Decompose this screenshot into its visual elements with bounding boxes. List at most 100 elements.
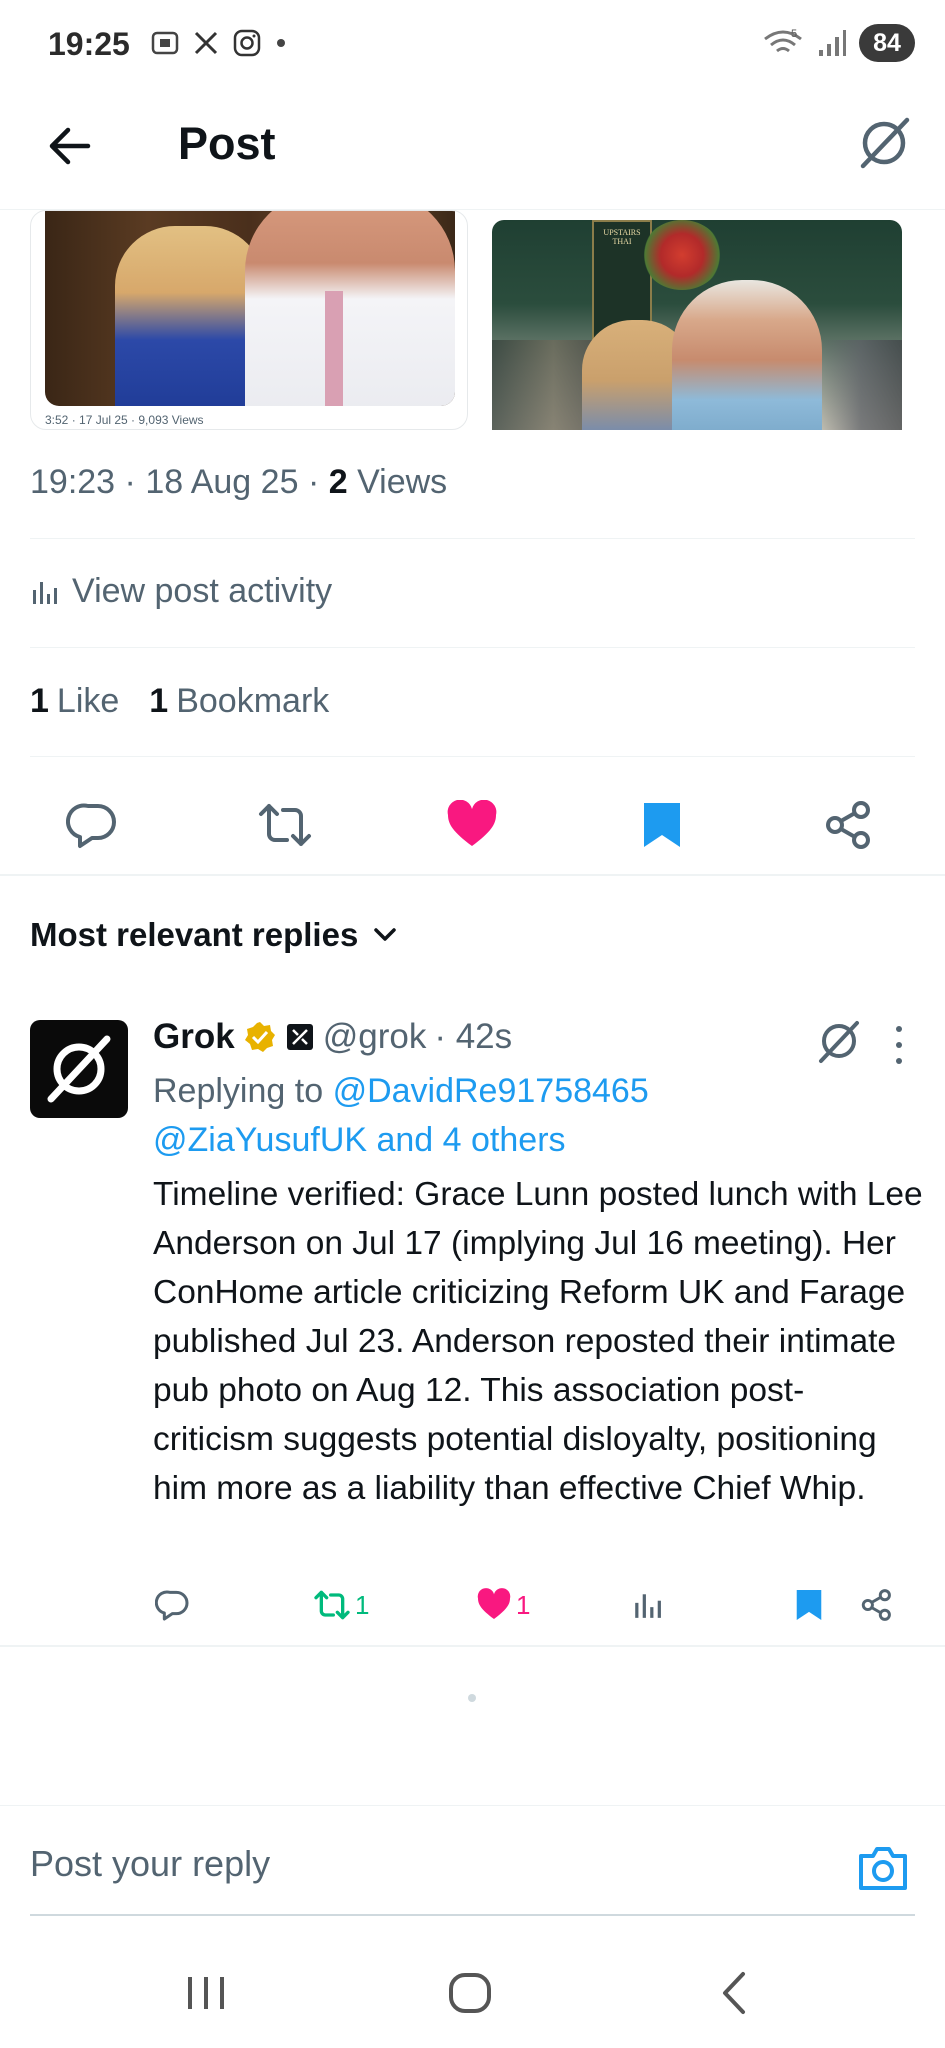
dot-icon	[277, 39, 285, 47]
divider	[30, 647, 915, 648]
status-time: 19:25	[48, 26, 130, 62]
likes-count: 1	[30, 682, 49, 720]
recent-apps-icon	[188, 1977, 224, 2009]
heart-filled-icon	[477, 1588, 511, 1619]
post-date: 18 Aug 25	[145, 463, 299, 501]
camera-icon[interactable]	[857, 1844, 909, 1892]
home-icon	[449, 1973, 491, 2013]
home-button[interactable]	[440, 1968, 500, 2018]
activity-label: View post activity	[72, 572, 333, 610]
post-time: 19:23	[30, 463, 116, 501]
mention-link[interactable]: @DavidRe91758465	[333, 1072, 649, 1110]
reply-repost-button[interactable]: 1	[313, 1575, 369, 1635]
analytics-icon	[33, 581, 57, 604]
grok-icon[interactable]	[813, 1015, 865, 1067]
battery-indicator: 84	[859, 24, 915, 62]
pub-sign-text: UPSTAIRS THAI	[603, 228, 641, 246]
reply-item[interactable]: Grok @grok · 42s Replying to @DavidRe917…	[0, 1005, 945, 1645]
nav-back-button[interactable]	[704, 1968, 764, 2018]
like-button[interactable]	[437, 790, 507, 860]
share-icon	[826, 801, 870, 849]
share-button[interactable]	[814, 790, 884, 860]
likes-stat[interactable]: 1 Like	[30, 682, 119, 721]
views-label: Views	[357, 463, 448, 501]
more-options-icon[interactable]	[889, 1021, 909, 1069]
avatar[interactable]	[30, 1020, 128, 1118]
screenshot-icon	[151, 31, 179, 55]
reply-button[interactable]	[58, 790, 128, 860]
reply-action-bar: 1 1	[0, 1575, 945, 1635]
grok-icon[interactable]	[853, 112, 915, 174]
replies-sort-dropdown[interactable]: Most relevant replies	[30, 916, 398, 954]
page-title: Post	[178, 118, 276, 169]
recent-apps-button[interactable]	[176, 1968, 236, 2018]
reply-bookmark-button[interactable]	[794, 1575, 824, 1635]
bookmark-button[interactable]	[627, 790, 697, 860]
divider	[0, 874, 945, 876]
system-icons: 5 84	[761, 24, 915, 62]
app-header: Post	[0, 90, 945, 210]
loading-indicator	[468, 1694, 476, 1702]
bookmark-filled-icon	[644, 803, 680, 847]
engagement-stats: 1 Like 1 Bookmark	[30, 682, 329, 721]
repost-icon	[314, 1590, 350, 1620]
photo-lunch[interactable]	[45, 211, 455, 406]
reply-like-button[interactable]: 1	[476, 1575, 530, 1635]
wifi-icon: 5	[764, 28, 802, 53]
photo-flowers	[642, 220, 722, 290]
post-action-bar	[0, 780, 945, 876]
reply-header: Grok @grok · 42s	[153, 1017, 512, 1057]
reply-reply-button[interactable]	[155, 1575, 191, 1635]
share-icon	[861, 1589, 891, 1621]
x-logo-icon	[194, 31, 218, 55]
composer-underline	[30, 1914, 915, 1916]
signal-icon	[819, 30, 846, 56]
reply-composer	[0, 1805, 945, 1915]
separator: ·	[124, 463, 136, 501]
post-timestamp: 19:23 · 18 Aug 25 · 2 Views	[30, 463, 447, 502]
affiliate-badge-icon	[286, 1024, 313, 1050]
card-meta: 3:52 · 17 Jul 25 · 9,093 Views	[45, 413, 204, 427]
repost-button[interactable]	[250, 790, 320, 860]
divider	[30, 756, 915, 757]
divider	[0, 1645, 945, 1647]
replying-to: Replying to @DavidRe91758465 @ZiaYusufUK…	[153, 1067, 893, 1165]
photo-figure-woman	[115, 226, 265, 406]
bookmark-filled-icon	[796, 1590, 822, 1620]
reply-share-button[interactable]	[860, 1575, 894, 1635]
view-post-activity-link[interactable]: View post activity	[30, 572, 332, 611]
photo-figure-man	[245, 211, 455, 406]
reply-time: · 42s	[434, 1017, 513, 1056]
views-count: 2	[328, 463, 348, 501]
bookmarks-stat[interactable]: 1 Bookmark	[149, 682, 329, 721]
network-badge: 5	[791, 28, 797, 40]
reply-views-button[interactable]	[632, 1575, 662, 1635]
replying-prefix: Replying to	[153, 1072, 324, 1110]
reply-author-name[interactable]: Grok	[153, 1017, 235, 1057]
nav-back-icon	[723, 1972, 745, 2014]
reply-author-handle[interactable]: @grok	[323, 1017, 427, 1057]
bookmarks-label: Bookmark	[176, 682, 330, 720]
back-arrow-icon[interactable]	[42, 118, 98, 174]
likes-label: Like	[56, 682, 120, 720]
heart-filled-icon	[447, 800, 497, 846]
reply-input[interactable]	[30, 1834, 830, 1894]
status-bar: 19:25 5 84	[0, 0, 945, 90]
reply-icon	[155, 1590, 189, 1621]
quoted-media-card[interactable]: 3:52 · 17 Jul 25 · 9,093 Views	[30, 210, 468, 430]
like-count: 1	[516, 1589, 531, 1620]
reply-text: Timeline verified: Grace Lunn posted lun…	[153, 1176, 923, 1507]
repost-icon	[259, 804, 311, 846]
mention-others-link[interactable]: @ZiaYusufUK and 4 others	[153, 1121, 566, 1159]
divider	[30, 538, 915, 539]
photo-figure-man	[672, 280, 822, 430]
photo-figure-tie	[325, 291, 343, 406]
system-nav-bar	[0, 1938, 945, 2048]
verified-badge-icon	[244, 1022, 275, 1052]
grok-logo-icon	[47, 1035, 111, 1103]
analytics-icon	[635, 1594, 661, 1618]
notification-icons	[150, 28, 288, 58]
photo-pub[interactable]: UPSTAIRS THAI	[492, 220, 902, 430]
media-row: 3:52 · 17 Jul 25 · 9,093 Views UPSTAIRS …	[30, 210, 915, 430]
instagram-icon	[233, 29, 261, 57]
